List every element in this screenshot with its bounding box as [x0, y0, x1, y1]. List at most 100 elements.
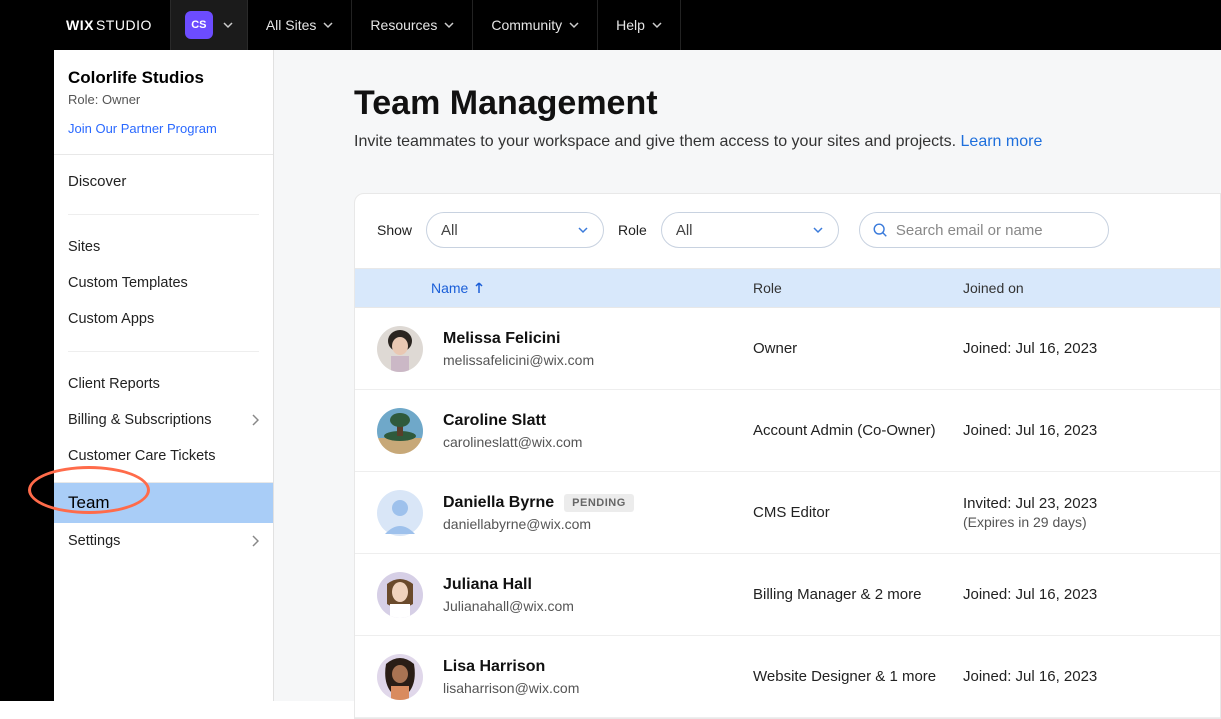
search-field[interactable]	[859, 212, 1109, 248]
left-gutter	[0, 50, 54, 701]
sidebar-item-client-reports[interactable]: Client Reports	[54, 366, 273, 402]
col-header-joined[interactable]: Joined on	[963, 280, 1220, 296]
select-value: All	[441, 222, 458, 239]
joined-cell: Joined: Jul 16, 2023	[963, 586, 1220, 603]
workspace-badge: CS	[185, 11, 213, 39]
sidebar-item-label: Sites	[68, 239, 100, 255]
nav-help[interactable]: Help	[598, 0, 681, 50]
col-header-name[interactable]: Name	[355, 280, 753, 296]
col-header-role[interactable]: Role	[753, 280, 963, 296]
partner-program-link[interactable]: Join Our Partner Program	[68, 121, 217, 136]
table-row[interactable]: Daniella ByrnePENDINGdaniellabyrne@wix.c…	[355, 472, 1220, 554]
nav-all-sites[interactable]: All Sites	[248, 0, 353, 50]
table-body: Melissa Felicini melissafelicini@wix.com O…	[355, 308, 1220, 718]
chevron-down-icon	[577, 224, 589, 236]
member-name: Daniella ByrnePENDING	[443, 494, 634, 512]
sidebar-item-label: Customer Care Tickets	[68, 448, 215, 464]
nav-community[interactable]: Community	[473, 0, 598, 50]
member-email: carolineslatt@wix.com	[443, 434, 582, 450]
select-value: All	[676, 222, 693, 239]
sidebar: Colorlife Studios Role: Owner Join Our P…	[54, 50, 274, 701]
divider	[68, 351, 259, 352]
sidebar-item-custom-apps[interactable]: Custom Apps	[54, 301, 273, 337]
name-cell: Caroline Slatt carolineslatt@wix.com	[355, 408, 753, 454]
table-row[interactable]: Melissa Felicini melissafelicini@wix.com O…	[355, 308, 1220, 390]
show-filter-select[interactable]: All	[426, 212, 604, 248]
member-name: Melissa Felicini	[443, 330, 594, 348]
nav-label: Resources	[370, 17, 437, 33]
table-row[interactable]: Juliana HallJulianahall@wix.comBilling M…	[355, 554, 1220, 636]
sidebar-item-team[interactable]: Team	[54, 483, 273, 523]
nav-label: All Sites	[266, 17, 317, 33]
nav-resources[interactable]: Resources	[352, 0, 473, 50]
top-bar: WIXSTUDIO CS All Sites Resources Communi…	[0, 0, 1221, 50]
role-filter-select[interactable]: All	[661, 212, 839, 248]
sidebar-item-billing[interactable]: Billing & Subscriptions	[54, 402, 273, 438]
brand-logo[interactable]: WIXSTUDIO	[54, 0, 170, 50]
name-cell: Lisa Harrison lisaharrison@wix.com	[355, 654, 753, 700]
workspace-header: Colorlife Studios Role: Owner Join Our P…	[54, 50, 273, 154]
table-header: Name Role Joined on	[355, 268, 1220, 308]
pending-badge: PENDING	[564, 494, 634, 512]
role-cell: Billing Manager & 2 more	[753, 586, 963, 603]
sidebar-item-label: Client Reports	[68, 376, 160, 392]
joined-cell: Joined: Jul 16, 2023	[963, 668, 1220, 685]
workspace-switcher[interactable]: CS	[170, 0, 248, 50]
role-cell: Owner	[753, 340, 963, 357]
sidebar-item-care-tickets[interactable]: Customer Care Tickets	[54, 438, 273, 474]
role-cell: CMS Editor	[753, 504, 963, 521]
sidebar-item-label: Billing & Subscriptions	[68, 412, 211, 428]
name-cell: Melissa Felicini melissafelicini@wix.com	[355, 326, 753, 372]
main-content: Team Management Invite teammates to your…	[274, 50, 1221, 701]
avatar	[377, 326, 423, 372]
role-cell: Website Designer & 1 more	[753, 668, 963, 685]
role-label: Role	[618, 222, 647, 238]
member-name: Juliana Hall	[443, 576, 574, 594]
show-label: Show	[377, 222, 412, 238]
brand-wix: WIX	[66, 17, 94, 33]
chevron-down-icon	[812, 224, 824, 236]
member-email: lisaharrison@wix.com	[443, 680, 579, 696]
member-name: Lisa Harrison	[443, 658, 579, 676]
sidebar-item-discover[interactable]: Discover	[54, 163, 273, 200]
page-title: Team Management	[354, 84, 1221, 123]
name-cell: Daniella ByrnePENDINGdaniellabyrne@wix.c…	[355, 490, 753, 536]
role-cell: Account Admin (Co-Owner)	[753, 422, 963, 439]
filters-row: Show All Role All	[355, 194, 1220, 268]
joined-cell: Invited: Jul 23, 2023(Expires in 29 days…	[963, 495, 1220, 530]
page-subtitle: Invite teammates to your workspace and g…	[354, 133, 1221, 151]
sidebar-item-sites[interactable]: Sites	[54, 229, 273, 265]
sidebar-item-label: Discover	[68, 173, 126, 190]
member-name: Caroline Slatt	[443, 412, 582, 430]
table-row[interactable]: Caroline Slatt carolineslatt@wix.com Accou…	[355, 390, 1220, 472]
workspace-name: Colorlife Studios	[68, 68, 259, 88]
chevron-down-icon	[569, 20, 579, 30]
learn-more-link[interactable]: Learn more	[961, 133, 1043, 150]
joined-cell: Joined: Jul 16, 2023	[963, 340, 1220, 357]
chevron-down-icon	[223, 20, 233, 30]
chevron-down-icon	[323, 20, 333, 30]
top-gutter	[0, 0, 54, 50]
sidebar-item-label: Custom Templates	[68, 275, 188, 291]
nav-label: Community	[491, 17, 562, 33]
chevron-right-icon	[251, 414, 259, 426]
sidebar-item-custom-templates[interactable]: Custom Templates	[54, 265, 273, 301]
chevron-right-icon	[251, 535, 259, 547]
chevron-down-icon	[652, 20, 662, 30]
member-email: melissafelicini@wix.com	[443, 352, 594, 368]
avatar	[377, 490, 423, 536]
team-table-card: Show All Role All Name Role Joined on	[354, 193, 1221, 719]
sidebar-item-label: Team	[54, 493, 110, 513]
avatar	[377, 572, 423, 618]
name-cell: Juliana HallJulianahall@wix.com	[355, 572, 753, 618]
page-subtitle-text: Invite teammates to your workspace and g…	[354, 133, 961, 150]
search-input[interactable]	[896, 222, 1096, 239]
avatar	[377, 654, 423, 700]
table-row[interactable]: Lisa Harrison lisaharrison@wix.com Website…	[355, 636, 1220, 718]
search-icon	[872, 221, 888, 239]
nav-label: Help	[616, 17, 645, 33]
joined-cell: Joined: Jul 16, 2023	[963, 422, 1220, 439]
sidebar-item-settings[interactable]: Settings	[54, 523, 273, 559]
brand-studio: STUDIO	[96, 17, 152, 33]
chevron-down-icon	[444, 20, 454, 30]
